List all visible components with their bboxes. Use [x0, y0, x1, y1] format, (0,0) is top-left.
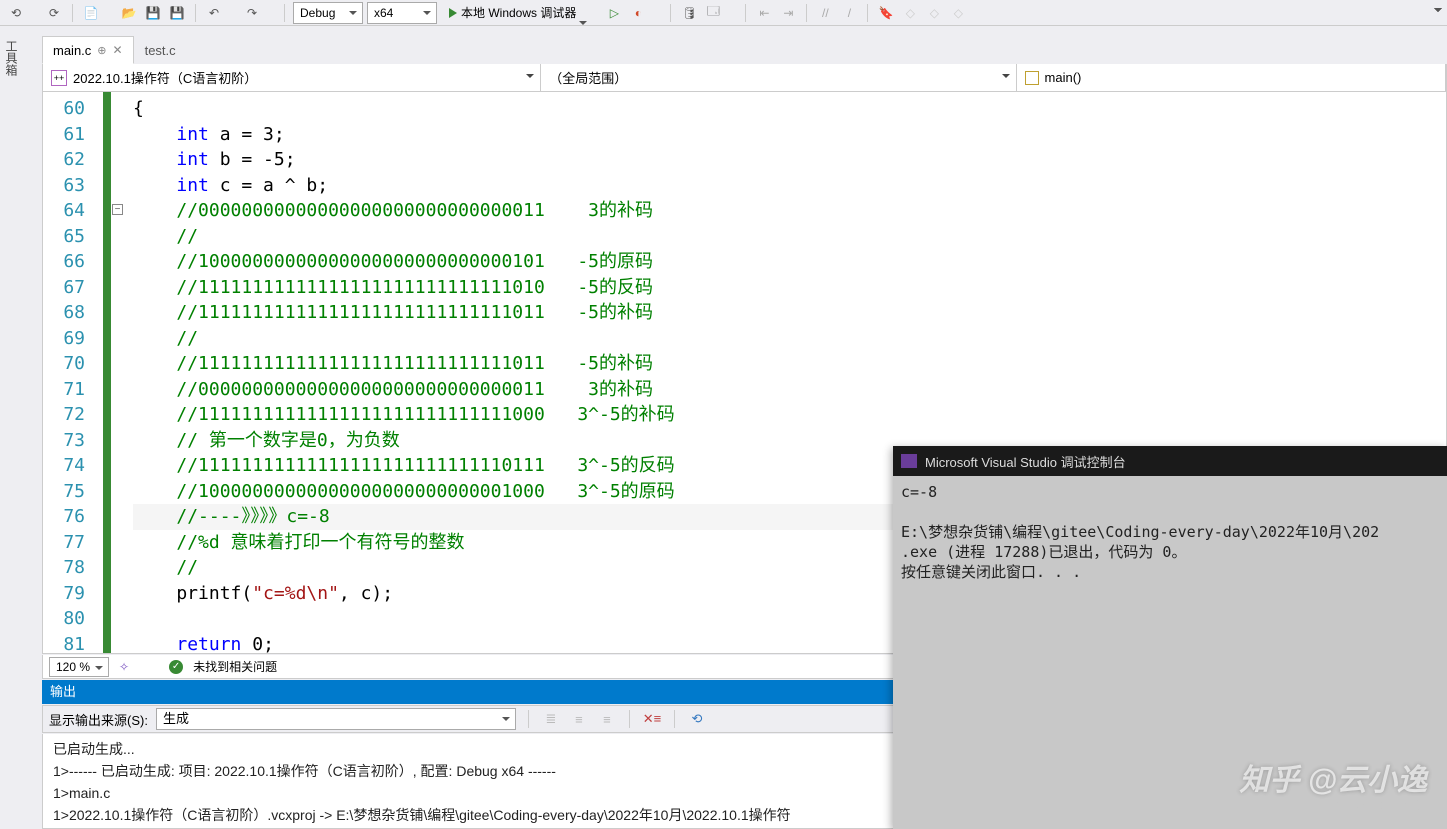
- main-toolbar: ⟲ ⟳ 📄 📂 💾 💾 ↶ ↷ Debug x64 本地 Windows 调试器…: [0, 0, 1447, 26]
- undo-icon[interactable]: ↶: [204, 3, 224, 23]
- output-prev-icon[interactable]: ≡: [569, 709, 589, 729]
- outdent-icon[interactable]: ⇤: [754, 3, 774, 23]
- status-ok-icon: ✓: [169, 660, 183, 674]
- nav-scope-label: （全局范围）: [549, 68, 627, 87]
- code-line[interactable]: //00000000000000000000000000000011 3的补码: [133, 198, 1446, 224]
- output-source-dropdown[interactable]: 生成: [156, 708, 516, 730]
- output-source-label: 显示输出来源(S):: [49, 710, 148, 729]
- nav-function-label: main(): [1045, 70, 1082, 85]
- output-wrap-icon[interactable]: ⟲: [687, 709, 707, 729]
- save-all-icon[interactable]: 💾: [167, 3, 187, 23]
- indent-icon[interactable]: ⇥: [778, 3, 798, 23]
- hot-reload-dropdown[interactable]: [652, 3, 662, 23]
- code-line[interactable]: int c = a ^ b;: [133, 173, 1446, 199]
- nav-function-dropdown[interactable]: main(): [1017, 64, 1446, 91]
- code-line[interactable]: //11111111111111111111111111111011 -5的补码: [133, 300, 1446, 326]
- toolbox-tab[interactable]: 工具箱: [2, 34, 22, 82]
- save-icon[interactable]: 💾: [143, 3, 163, 23]
- debugger-label: 本地 Windows 调试器: [461, 4, 576, 21]
- console-title: Microsoft Visual Studio 调试控制台: [925, 452, 1126, 471]
- line-number-gutter: 60 61 62 63 64 65 66 67 68 69 70 71 72 7…: [43, 92, 103, 653]
- comment-icon[interactable]: //: [815, 3, 835, 23]
- change-indicator-gutter: [103, 92, 111, 653]
- nav-project-label: 2022.10.1操作符（C语言初阶）: [73, 68, 257, 87]
- nav-back-dropdown[interactable]: [30, 3, 40, 23]
- console-body[interactable]: c=-8 E:\梦想杂货铺\编程\gitee\Coding-every-day\…: [893, 476, 1447, 588]
- nav-project-dropdown[interactable]: ++ 2022.10.1操作符（C语言初阶）: [43, 64, 541, 91]
- new-file-icon[interactable]: 📄: [81, 3, 101, 23]
- fold-toggle[interactable]: −: [112, 204, 123, 215]
- intellicode-icon[interactable]: ✧: [119, 660, 129, 674]
- document-tabs: main.c ⊕ ✕ test.c: [42, 34, 1447, 64]
- platform-dropdown[interactable]: x64: [367, 2, 437, 24]
- nav-forward-icon[interactable]: ⟳: [44, 3, 64, 23]
- tab-main-c[interactable]: main.c ⊕ ✕: [42, 36, 134, 64]
- fold-gutter: −: [111, 92, 125, 653]
- output-next-icon[interactable]: ≡: [597, 709, 617, 729]
- console-icon: [901, 454, 917, 468]
- new-file-dropdown[interactable]: [105, 3, 115, 23]
- undo-dropdown[interactable]: [228, 3, 238, 23]
- code-line[interactable]: //: [133, 326, 1446, 352]
- tab-label: main.c: [53, 43, 91, 58]
- code-line[interactable]: int a = 3;: [133, 122, 1446, 148]
- open-file-icon[interactable]: 📂: [119, 3, 139, 23]
- output-clear-icon[interactable]: ✕≡: [642, 709, 662, 729]
- navigation-bar: ++ 2022.10.1操作符（C语言初阶） （全局范围） main(): [42, 64, 1447, 92]
- tab-test-c[interactable]: test.c: [134, 36, 187, 64]
- bookmark-icon[interactable]: 🔖: [876, 3, 896, 23]
- nav-scope-dropdown[interactable]: （全局范围）: [541, 64, 1016, 91]
- issues-label: 未找到相关问题: [193, 658, 277, 675]
- redo-icon[interactable]: ↷: [242, 3, 262, 23]
- code-line[interactable]: //11111111111111111111111111111000 3^-5的…: [133, 402, 1446, 428]
- find-in-files-icon[interactable]: 🗔: [703, 3, 723, 23]
- hot-reload-icon[interactable]: ◐: [628, 3, 648, 23]
- bookmark-next-icon[interactable]: ◇: [924, 3, 944, 23]
- start-without-debugging-icon[interactable]: ▷: [604, 3, 624, 23]
- code-line[interactable]: {: [133, 96, 1446, 122]
- debug-console-window[interactable]: Microsoft Visual Studio 调试控制台 c=-8 E:\梦想…: [893, 446, 1447, 829]
- function-icon: [1025, 71, 1039, 85]
- code-line[interactable]: //: [133, 224, 1446, 250]
- code-line[interactable]: int b = -5;: [133, 147, 1446, 173]
- console-title-bar[interactable]: Microsoft Visual Studio 调试控制台: [893, 446, 1447, 476]
- code-line[interactable]: //10000000000000000000000000000101 -5的原码: [133, 249, 1446, 275]
- redo-dropdown[interactable]: [266, 3, 276, 23]
- play-icon: [449, 8, 457, 18]
- tab-label: test.c: [145, 43, 176, 58]
- watermark-small: CSDN @云小扬_: [1335, 796, 1427, 813]
- code-line[interactable]: //00000000000000000000000000000011 3的补码: [133, 377, 1446, 403]
- bookmark-dropdown[interactable]: [972, 3, 982, 23]
- project-icon: ++: [51, 70, 67, 86]
- zoom-dropdown[interactable]: 120 %: [49, 657, 109, 677]
- start-debugging-button[interactable]: 本地 Windows 调试器: [441, 2, 600, 24]
- browser-link-icon[interactable]: 🛢: [679, 3, 699, 23]
- code-line[interactable]: //11111111111111111111111111111011 -5的补码: [133, 351, 1446, 377]
- uncomment-icon[interactable]: /: [839, 3, 859, 23]
- code-line[interactable]: //11111111111111111111111111111010 -5的反码: [133, 275, 1446, 301]
- output-goto-icon[interactable]: ≣: [541, 709, 561, 729]
- bookmark-clear-icon[interactable]: ◇: [948, 3, 968, 23]
- find-dropdown[interactable]: [727, 3, 737, 23]
- bookmark-prev-icon[interactable]: ◇: [900, 3, 920, 23]
- pin-icon[interactable]: ⊕: [97, 44, 106, 57]
- nav-back-icon[interactable]: ⟲: [6, 3, 26, 23]
- config-dropdown[interactable]: Debug: [293, 2, 363, 24]
- close-icon[interactable]: ✕: [113, 43, 123, 57]
